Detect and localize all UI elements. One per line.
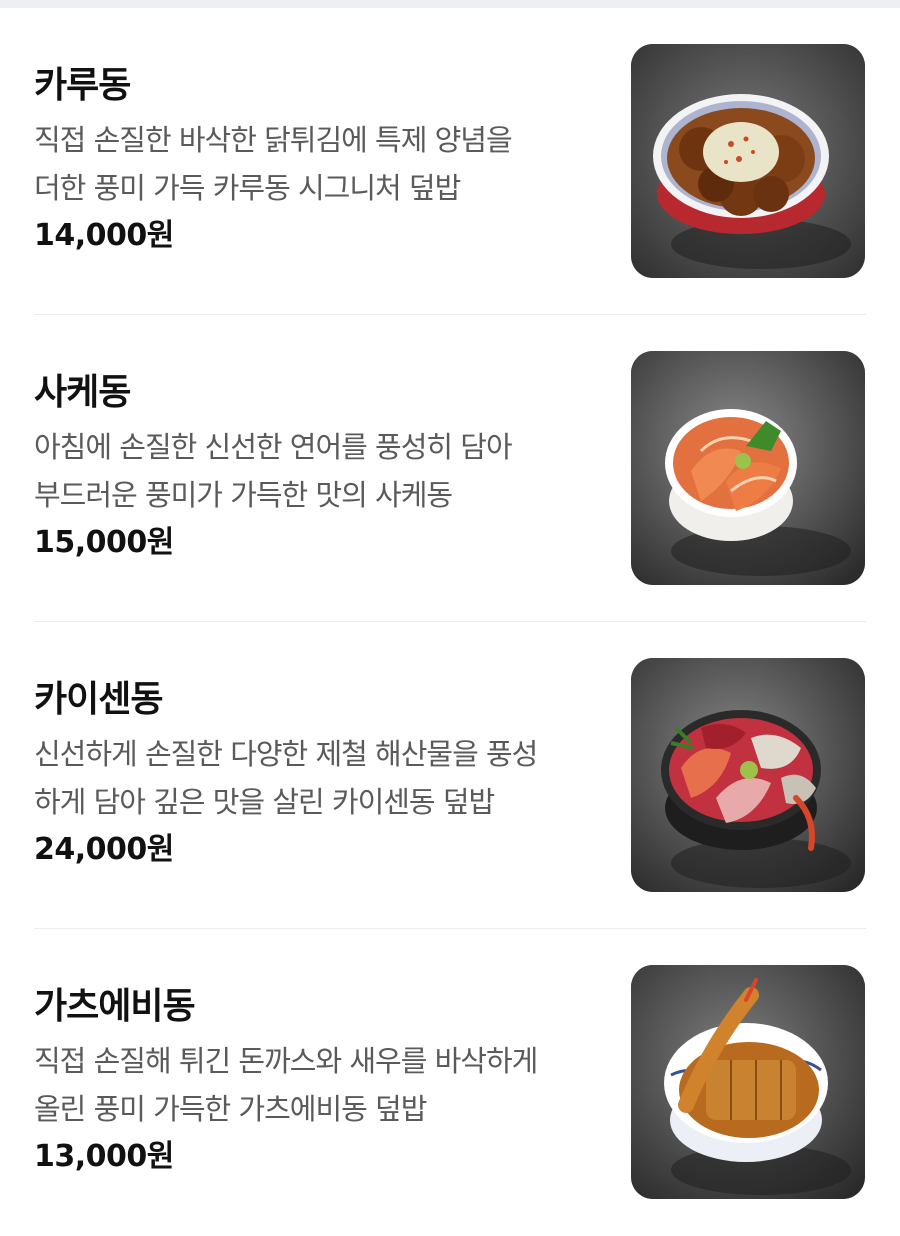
menu-item-description-line: 신선하게 손질한 다양한 제철 해산물을 풍성 [34,737,538,771]
menu-item-name: 카이센동 [34,679,163,720]
menu-item-name: 사케동 [34,372,131,413]
menu-item-description: 아침에 손질한 신선한 연어를 풍성히 담아 부드러운 풍미가 가득한 맛의 사… [34,423,604,519]
menu-item-text: 카루동 직접 손질한 바삭한 닭튀김에 특제 양념을 더한 풍미 가득 카루동 … [34,64,604,258]
menu-item-description: 신선하게 손질한 다양한 제철 해산물을 풍성 하게 담아 깊은 맛을 살린 카… [34,730,604,826]
menu-item-description: 직접 손질해 튀긴 돈까스와 새우를 바삭하게 올린 풍미 가득한 가츠에비동 … [34,1037,604,1133]
menu-item-description-line: 아침에 손질한 신선한 연어를 풍성히 담아 [34,430,513,464]
menu-item-text: 카이센동 신선하게 손질한 다양한 제철 해산물을 풍성 하게 담아 깊은 맛을… [34,678,604,872]
menu-item-description: 직접 손질한 바삭한 닭튀김에 특제 양념을 더한 풍미 가득 카루동 시그니처… [34,116,604,212]
seafood-bowl-photo[interactable] [631,658,865,892]
menu-item-katsuebidong[interactable]: 가츠에비동 직접 손질해 튀긴 돈까스와 새우를 바삭하게 올린 풍미 가득한 … [0,929,900,1236]
menu-item-price: 24,000원 [34,832,174,867]
menu-item-name: 카루동 [34,65,131,106]
menu-item-price: 14,000원 [34,218,174,253]
menu-item-description-line: 올린 풍미 가득한 가츠에비동 덮밥 [34,1092,427,1126]
menu-item-text: 사케동 아침에 손질한 신선한 연어를 풍성히 담아 부드러운 풍미가 가득한 … [34,371,604,565]
salmon-bowl-photo[interactable] [631,351,865,585]
menu-item-description-line: 직접 손질한 바삭한 닭튀김에 특제 양념을 [34,123,513,157]
menu-item-name: 가츠에비동 [34,986,196,1027]
karaage-bowl-photo[interactable] [631,44,865,278]
menu-item-sakedong[interactable]: 사케동 아침에 손질한 신선한 연어를 풍성히 담아 부드러운 풍미가 가득한 … [0,315,900,622]
menu-item-description-line: 직접 손질해 튀긴 돈까스와 새우를 바삭하게 [34,1044,538,1078]
menu-item-description-line: 더한 풍미 가득 카루동 시그니처 덮밥 [34,171,461,205]
menu-item-karudong[interactable]: 카루동 직접 손질한 바삭한 닭튀김에 특제 양념을 더한 풍미 가득 카루동 … [0,8,900,315]
menu-item-description-line: 하게 담아 깊은 맛을 살린 카이센동 덮밥 [34,785,495,819]
menu-item-price: 13,000원 [34,1139,174,1174]
menu-item-kaisendong[interactable]: 카이센동 신선하게 손질한 다양한 제철 해산물을 풍성 하게 담아 깊은 맛을… [0,622,900,929]
menu-item-text: 가츠에비동 직접 손질해 튀긴 돈까스와 새우를 바삭하게 올린 풍미 가득한 … [34,985,604,1179]
menu-item-description-line: 부드러운 풍미가 가득한 맛의 사케동 [34,478,453,512]
menu-item-price: 15,000원 [34,525,174,560]
top-status-strip [0,0,900,8]
katsu-ebi-bowl-photo[interactable] [631,965,865,1199]
